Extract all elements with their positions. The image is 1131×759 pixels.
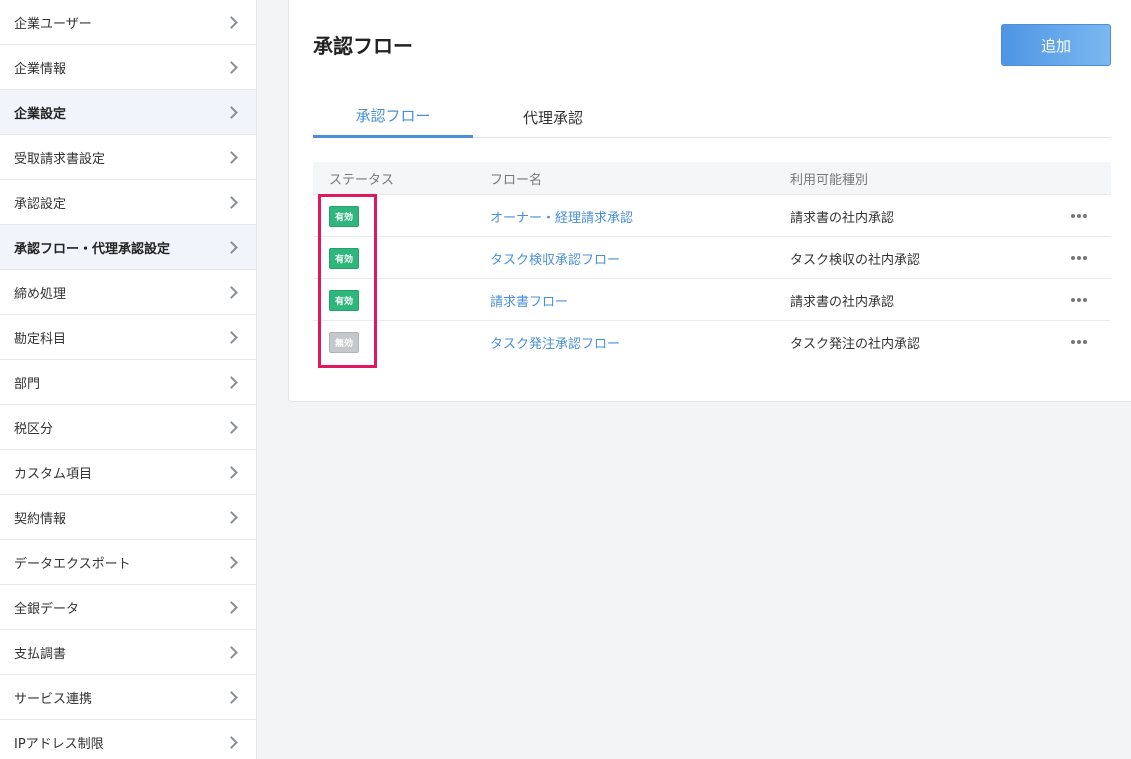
sidebar: 企業ユーザー 企業情報企業設定受取請求書設定 承認設定承認フロー・代理承認設定 締め処…: [0, 0, 257, 759]
more-dots: [1071, 256, 1087, 260]
sidebar-item[interactable]: 締め処理: [0, 270, 256, 315]
header-status: ステータス: [329, 173, 395, 188]
table-row: 有効 オーナー・経理請求承認 請求書の社内承認: [313, 195, 1111, 237]
chevron-right-icon: [225, 510, 238, 524]
sidebar-item[interactable]: 企業ユーザー: [0, 0, 256, 45]
sidebar-item-label: 勘定科目: [14, 331, 67, 347]
header-flow-name: フロー名: [490, 173, 543, 188]
sidebar-item[interactable]: カスタム項目: [0, 450, 256, 495]
sidebar-item-label: データエクスポート: [14, 556, 131, 572]
sidebar-item[interactable]: データエクスポート: [0, 540, 256, 585]
table-row: 有効 タスク検収承認フロー タスク検収の社内承認: [313, 237, 1111, 279]
available-type: 請求書の社内承認: [790, 294, 895, 310]
status-badge: 無効: [329, 331, 360, 353]
sidebar-item-label: 企業設定: [14, 106, 67, 122]
sidebar-item[interactable]: 承認フロー・代理承認設定: [0, 225, 256, 270]
chevron-right-icon: [225, 105, 238, 119]
flow-table: ステータス フロー名 利用可能種別 有効 オーナー・経理請求承認 請求書の社内承認有…: [313, 162, 1111, 363]
chevron-right-icon: [225, 690, 238, 704]
main-card: 承認フロー 追加 承認フロー 代理承認 ステータス フロー名 利用可能種別 有効…: [288, 0, 1131, 402]
table-body: 有効 オーナー・経理請求承認 請求書の社内承認 有効 タスク検収承認フロー タスク検収の社…: [313, 195, 1111, 363]
sidebar-item[interactable]: 承認設定: [0, 180, 256, 225]
chevron-right-icon: [225, 420, 238, 434]
chevron-right-icon: [225, 375, 238, 389]
sidebar-item[interactable]: 企業情報: [0, 45, 256, 90]
sidebar-item-label: 全銀データ: [14, 601, 80, 617]
status-badge: 有効: [329, 247, 360, 269]
more-dots: [1071, 298, 1087, 302]
table-header: ステータス フロー名 利用可能種別: [313, 162, 1111, 195]
sidebar-item-label: 承認設定: [14, 196, 67, 212]
header-available-type: 利用可能種別: [790, 173, 869, 188]
sidebar-item[interactable]: 受取請求書設定: [0, 135, 256, 180]
sidebar-item[interactable]: 勘定科目: [0, 315, 256, 360]
chevron-right-icon: [225, 645, 238, 659]
sidebar-item[interactable]: 税区分: [0, 405, 256, 450]
sidebar-item[interactable]: IPアドレス制限: [0, 720, 256, 759]
flow-name-link[interactable]: オーナー・経理請求承認: [490, 195, 633, 237]
chevron-right-icon: [225, 555, 238, 569]
more-dots: [1071, 340, 1087, 344]
sidebar-item-label: 税区分: [14, 421, 54, 437]
chevron-right-icon: [225, 285, 238, 299]
sidebar-item-label: 契約情報: [14, 511, 67, 527]
sidebar-list: 企業ユーザー 企業情報企業設定受取請求書設定 承認設定承認フロー・代理承認設定 締め処…: [0, 0, 256, 759]
tab-bar: 承認フロー 代理承認: [313, 96, 1111, 138]
sidebar-item[interactable]: サービス連携: [0, 675, 256, 720]
sidebar-item-label: サービス連携: [14, 691, 93, 707]
sidebar-item[interactable]: 部門: [0, 360, 256, 405]
sidebar-item-label: 承認フロー・代理承認設定: [14, 241, 171, 257]
chevron-right-icon: [225, 600, 238, 614]
status-badge: 有効: [329, 289, 360, 311]
sidebar-item[interactable]: 支払調書: [0, 630, 256, 675]
status-cell: 有効: [329, 237, 360, 279]
table-row: 無効 タスク発注承認フロー タスク発注の社内承認: [313, 321, 1111, 363]
chevron-right-icon: [225, 60, 238, 74]
sidebar-item[interactable]: 契約情報: [0, 495, 256, 540]
sidebar-item-label: IPアドレス制限: [14, 736, 104, 752]
more-horizontal-icon[interactable]: [1065, 279, 1093, 321]
chevron-right-icon: [225, 150, 238, 164]
status-cell: 有効: [329, 195, 360, 237]
add-button[interactable]: 追加: [1001, 24, 1111, 66]
status-cell: 無効: [329, 321, 360, 363]
flow-name-link[interactable]: 請求書フロー: [490, 279, 568, 321]
sidebar-item-label: 支払調書: [14, 646, 67, 662]
chevron-right-icon: [225, 330, 238, 344]
chevron-right-icon: [225, 735, 238, 749]
more-horizontal-icon[interactable]: [1065, 237, 1093, 279]
sidebar-item[interactable]: 企業設定: [0, 90, 256, 135]
sidebar-item-label: カスタム項目: [14, 466, 93, 482]
more-horizontal-icon[interactable]: [1065, 321, 1093, 363]
more-dots: [1071, 214, 1087, 218]
flow-name-link[interactable]: タスク検収承認フロー: [490, 237, 620, 279]
tab-proxy-approval[interactable]: 代理承認: [473, 96, 633, 138]
more-horizontal-icon[interactable]: [1065, 195, 1093, 237]
sidebar-item-label: 部門: [14, 376, 41, 392]
available-type: タスク発注の社内承認: [790, 336, 921, 352]
sidebar-item-label: 企業情報: [14, 61, 67, 77]
chevron-right-icon: [225, 15, 238, 29]
tab-approval-flow[interactable]: 承認フロー: [313, 96, 473, 138]
status-cell: 有効: [329, 279, 360, 321]
table-row: 有効 請求書フロー 請求書の社内承認: [313, 279, 1111, 321]
chevron-right-icon: [225, 240, 238, 254]
available-type: 請求書の社内承認: [790, 210, 895, 226]
status-badge: 有効: [329, 205, 360, 227]
sidebar-item[interactable]: 全銀データ: [0, 585, 256, 630]
sidebar-item-label: 締め処理: [14, 286, 67, 302]
sidebar-item-label: 受取請求書設定: [14, 151, 106, 167]
chevron-right-icon: [225, 195, 238, 209]
available-type: タスク検収の社内承認: [790, 252, 921, 268]
chevron-right-icon: [225, 465, 238, 479]
flow-name-link[interactable]: タスク発注承認フロー: [490, 321, 620, 363]
sidebar-item-label: 企業ユーザー: [14, 16, 92, 32]
page-title: 承認フロー: [313, 34, 413, 58]
